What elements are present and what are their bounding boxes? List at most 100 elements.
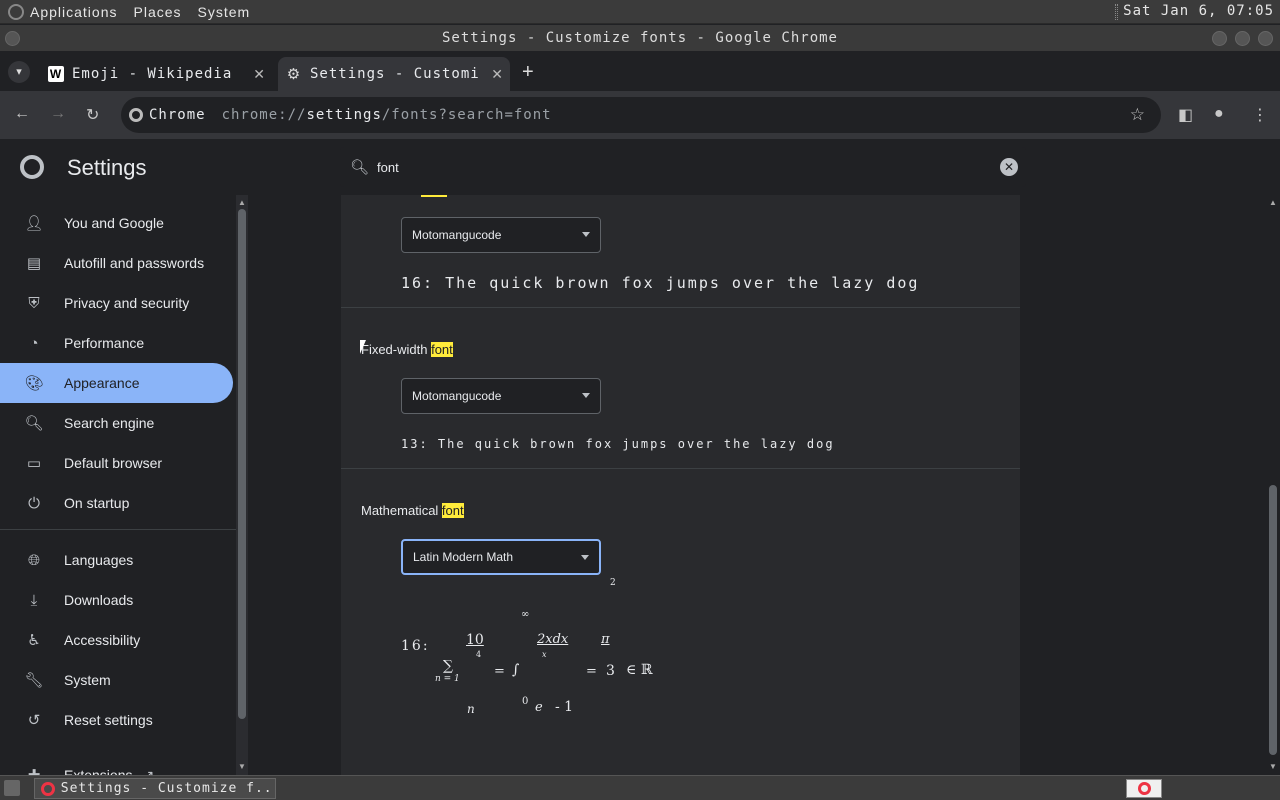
new-tab-plus-icon[interactable]: +: [522, 61, 534, 84]
window-title: Settings - Customize fonts - Google Chro…: [441, 30, 838, 46]
scroll-up-icon[interactable]: ▲: [1269, 198, 1277, 207]
scroll-down-icon[interactable]: ▼: [238, 762, 246, 771]
scroll-down-icon[interactable]: ▼: [1269, 762, 1277, 771]
tab-settings[interactable]: ⚙ Settings - Customi ✕: [278, 57, 510, 91]
forward-arrow-icon[interactable]: →: [50, 105, 66, 123]
sidebar-item-appearance[interactable]: 🎨︎ Appearance: [0, 363, 233, 403]
sidebar-scroll-thumb[interactable]: [238, 209, 246, 719]
browser-toolbar: ← → ↻ Chrome chrome://settings/fonts?sea…: [0, 91, 1280, 139]
show-desktop-icon[interactable]: [4, 780, 20, 796]
math-size-prefix: 16:: [401, 638, 430, 654]
math-equals: =: [494, 664, 505, 679]
site-info-chip[interactable]: Chrome: [129, 107, 206, 123]
panel-separator: [1115, 4, 1118, 20]
url-host: settings: [306, 107, 382, 123]
sidebar-item-label: Search engine: [64, 415, 155, 431]
maximize-button[interactable]: [1235, 31, 1250, 46]
sidebar-item-search-engine[interactable]: 🔍︎ Search engine: [0, 403, 233, 443]
mathematical-sample-formula: 16: 2 ∞ 10 4 2xdx x π ∑ n = 1 = ∫ = 3 ∈ …: [341, 195, 1020, 775]
minimize-button[interactable]: [1212, 31, 1227, 46]
close-tab-icon[interactable]: ✕: [491, 66, 504, 83]
math-n: n: [467, 702, 475, 716]
url-text[interactable]: chrome://settings/fonts?search=font: [222, 107, 552, 123]
math-three: 3: [606, 663, 615, 679]
page-scrollbar[interactable]: ▲ ▼: [1266, 195, 1280, 775]
tab-label: Settings - Customi: [310, 66, 480, 82]
clear-search-icon[interactable]: ✕: [1000, 158, 1018, 176]
sidebar-item-privacy[interactable]: ⛨ Privacy and security: [0, 283, 233, 323]
sidebar-item-you-and-google[interactable]: 👤︎ You and Google: [0, 203, 233, 243]
sidebar-item-system[interactable]: 🔧︎ System: [0, 660, 233, 700]
reload-icon[interactable]: ↻: [86, 105, 99, 125]
side-panel-icon[interactable]: ◧: [1178, 105, 1193, 125]
math-fraction-numerator: 2xdx: [537, 632, 569, 647]
back-arrow-icon[interactable]: ←: [14, 105, 30, 123]
search-input[interactable]: [377, 159, 878, 175]
os-menu-bar: Applications Places System Sat Jan 6, 07…: [0, 0, 1280, 24]
close-window-button[interactable]: [1258, 31, 1273, 46]
clock[interactable]: Sat Jan 6, 07:05: [1123, 3, 1274, 19]
wikipedia-favicon-icon: W: [48, 66, 64, 82]
sidebar-item-label: Extensions: [64, 767, 133, 775]
gear-icon: ⚙: [286, 66, 302, 83]
search-icon: 🔍︎: [24, 415, 44, 432]
math-fraction-denominator: x: [542, 650, 547, 659]
sidebar-item-autofill[interactable]: ▤ Autofill and passwords: [0, 243, 233, 283]
math-e: e: [535, 700, 543, 715]
puzzle-icon: ✚: [24, 766, 44, 775]
menu-applications[interactable]: Applications: [30, 4, 118, 20]
sidebar-item-languages[interactable]: 🌐︎ Languages: [0, 540, 233, 580]
math-minus-one: - 1: [555, 699, 574, 715]
sidebar-item-extensions[interactable]: ✚ Extensions ↗: [0, 755, 233, 776]
bookmark-star-icon[interactable]: ☆: [1130, 105, 1145, 125]
clipboard-icon: ▤: [26, 255, 42, 272]
page-title: Settings: [67, 155, 147, 180]
sidebar-item-label: Downloads: [64, 592, 134, 608]
math-pi: π: [601, 632, 610, 647]
download-icon: ⤓: [30, 591, 38, 609]
math-infinity: ∞: [521, 609, 530, 620]
page-scroll-thumb[interactable]: [1269, 485, 1277, 755]
tab-label: Emoji - Wikipedia: [72, 66, 233, 82]
sidebar-item-label: Languages: [64, 552, 134, 568]
math-integral: ∫: [512, 662, 520, 678]
wrench-icon: 🔧︎: [24, 672, 44, 689]
sidebar-item-on-startup[interactable]: ⏻ On startup: [0, 483, 233, 523]
menu-places[interactable]: Places: [134, 4, 182, 20]
palette-icon: 🎨︎: [24, 375, 44, 392]
menu-system[interactable]: System: [198, 4, 251, 20]
address-bar[interactable]: Chrome chrome://settings/fonts?search=fo…: [121, 97, 1161, 133]
tray-chrome-launcher[interactable]: [1126, 779, 1162, 798]
settings-sidebar: 👤︎ You and Google ▤ Autofill and passwords…: [0, 195, 236, 775]
settings-search-box[interactable]: 🔍︎ ✕: [340, 147, 1026, 187]
chrome-icon: [129, 108, 143, 122]
profile-avatar-icon[interactable]: ●: [1214, 105, 1224, 123]
sidebar-scrollbar[interactable]: ▲ ▼: [236, 195, 248, 775]
mouse-cursor-icon: [360, 340, 366, 354]
sidebar-item-downloads[interactable]: ⤓ Downloads: [0, 580, 233, 620]
scroll-up-icon[interactable]: ▲: [238, 198, 246, 207]
sidebar-item-accessibility[interactable]: ♿︎ Accessibility: [0, 620, 233, 660]
tab-search-chevron-icon[interactable]: ▾: [8, 61, 30, 83]
math-fraction-denominator: 4: [476, 650, 482, 659]
sidebar-item-reset-settings[interactable]: ↺ Reset settings: [0, 700, 233, 740]
kebab-menu-icon[interactable]: ⋮: [1252, 105, 1268, 125]
os-logo-icon[interactable]: [8, 3, 24, 20]
history-icon: ↺: [27, 712, 41, 729]
close-tab-icon[interactable]: ✕: [253, 66, 266, 83]
task-label: Settings - Customize f...: [60, 781, 275, 796]
math-fraction-numerator: 10: [466, 632, 484, 648]
taskbar-chrome-window[interactable]: Settings - Customize f...: [34, 778, 276, 799]
sidebar-item-default-browser[interactable]: ▭ Default browser: [0, 443, 233, 483]
chip-label: Chrome: [149, 107, 206, 123]
window-titlebar: Settings - Customize fonts - Google Chro…: [0, 25, 1280, 51]
sidebar-item-label: Autofill and passwords: [64, 255, 205, 271]
tab-emoji-wikipedia[interactable]: W Emoji - Wikipedia ✕: [40, 57, 272, 91]
person-icon: 👤︎: [24, 215, 44, 232]
sidebar-item-label: Privacy and security: [64, 295, 190, 311]
browser-icon: ▭: [26, 455, 42, 472]
search-icon: 🔍︎: [350, 159, 370, 176]
globe-icon: 🌐︎: [27, 551, 40, 569]
window-menu-icon[interactable]: [5, 31, 20, 46]
sidebar-item-performance[interactable]: ◔ Performance: [0, 323, 233, 363]
